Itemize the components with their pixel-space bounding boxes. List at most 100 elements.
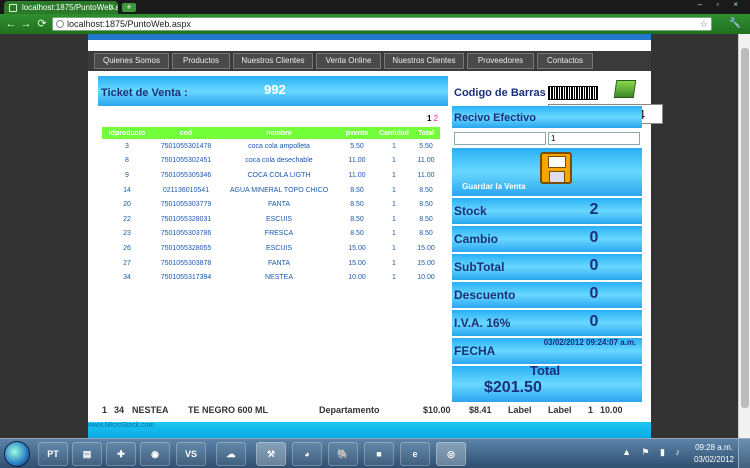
recibo-amount-input[interactable] — [454, 132, 546, 145]
start-button[interactable] — [4, 441, 30, 467]
cell-nombre: COCA COLA LIGTH — [247, 171, 311, 179]
cell-id: 23 — [123, 230, 131, 238]
wrench-menu-icon[interactable]: 🔧 — [728, 17, 742, 31]
taskbar-app-media-icon[interactable]: ◉ — [140, 442, 170, 466]
forward-arrow-icon[interactable]: → — [19, 17, 33, 31]
total-label: Total — [530, 363, 561, 378]
site-menu: Quienes Somos Productos Nuestros Cliente… — [88, 51, 651, 71]
taskbar-app-database-icon[interactable]: 🐘 — [328, 442, 358, 466]
cell-total: 10.00 — [417, 274, 435, 282]
subtotal-value: 0 — [589, 257, 599, 274]
cell-cod: 7501055305346 — [160, 171, 212, 179]
menu-nuestros-clientes[interactable]: Nuestros Clientes — [233, 53, 313, 69]
taskbar-app-tool-icon[interactable]: ✚ — [106, 442, 136, 466]
col-nombre[interactable]: nombre — [220, 127, 338, 139]
table-row[interactable]: 14 021136010541 AGUA MINERAL TOPO CHICO 8.5… — [102, 183, 440, 198]
table-row[interactable]: 9 7501055305346 COCA COLA LIGTH 11.00 1 11.00 — [102, 168, 440, 183]
address-bar[interactable]: localhost:1875/PuntoWeb.aspx ☆ — [52, 17, 712, 31]
page-viewport: Quienes Somos Productos Nuestros Cliente… — [0, 34, 750, 438]
browser-tab[interactable]: localhost:1875/PuntoWeb.a x — [4, 1, 118, 14]
taskbar-app-window-icon[interactable]: ■ — [364, 442, 394, 466]
menu-venta-online[interactable]: Venta Online — [316, 53, 381, 69]
menu-productos[interactable]: Productos — [172, 53, 230, 69]
recibo-quantity-input[interactable] — [548, 132, 640, 145]
cell-total: 8.50 — [419, 230, 433, 238]
cell-total: 15.00 — [417, 259, 435, 267]
line-price-net: $8.41 — [469, 405, 492, 415]
cell-nombre: ESCUIS — [265, 244, 293, 252]
table-row[interactable]: 26 7501055328055 ESCUIS 15.00 1 15.00 — [102, 241, 440, 256]
cell-id: 20 — [123, 201, 131, 209]
bookmark-star-icon[interactable]: ☆ — [700, 18, 708, 30]
scrollbar-thumb[interactable] — [741, 48, 749, 408]
tray-icons[interactable]: ▲ ⚑ ▮ ♪ — [622, 447, 684, 458]
col-total[interactable]: Total — [412, 127, 440, 139]
cambio-value: 0 — [589, 229, 599, 246]
site-footer: www.MicroStock.com — [88, 422, 651, 438]
line-name: NESTEA — [132, 405, 169, 415]
iva-label: I.V.A. 16% — [454, 316, 511, 330]
tray-clock[interactable]: 09:28 a.m. 03/02/2012 — [694, 442, 734, 466]
fecha-label: FECHA — [454, 344, 496, 358]
table-row[interactable]: 20 7501055303779 FANTA 8.50 1 8.50 — [102, 197, 440, 212]
close-tab-icon[interactable]: x — [110, 2, 114, 11]
col-cod[interactable]: cod — [152, 127, 220, 139]
vertical-scrollbar[interactable] — [738, 34, 750, 438]
floppy-disk-icon[interactable] — [540, 152, 572, 184]
col-pventa[interactable]: pventa — [338, 127, 376, 139]
cell-cantidad: 1 — [392, 186, 396, 194]
product-box-icon[interactable] — [613, 80, 637, 98]
taskbar-app-notepad-icon[interactable]: ▤ — [72, 442, 102, 466]
reload-icon[interactable]: ⟳ — [35, 17, 49, 31]
line-id: 34 — [114, 405, 125, 415]
col-cantidad[interactable]: Cantidad — [376, 127, 412, 139]
recibo-label: Recivo Efectivo — [454, 112, 536, 124]
save-sale-button[interactable]: Guardar la Venta — [462, 182, 526, 191]
site-footer-link[interactable]: www.MicroStock.com — [88, 422, 155, 429]
cell-total: 11.00 — [417, 171, 435, 179]
stock-label: Stock — [454, 204, 487, 218]
menu-nuestros-clientes-2[interactable]: Nuestros Clientes — [384, 53, 464, 69]
window-controls[interactable]: – ▫ × — [698, 0, 744, 9]
site-container: Quienes Somos Productos Nuestros Cliente… — [88, 34, 663, 438]
taskbar-app-color-icon[interactable]: ◕ — [292, 442, 322, 466]
barcode-label: Codigo de Barras — [454, 87, 546, 99]
taskbar-app-ie-icon[interactable]: e — [400, 442, 430, 466]
globe-icon — [56, 20, 64, 28]
cell-pventa: 8.50 — [350, 230, 364, 238]
table-row[interactable]: 23 7501055303786 FRESCA 8.50 1 8.50 — [102, 227, 440, 242]
menu-proveedores[interactable]: Proveedores — [467, 53, 534, 69]
taskbar-app-cloud-icon[interactable]: ☁ — [216, 442, 246, 466]
table-row[interactable]: 34 7501055317394 NESTEA 10.00 1 10.00 — [102, 270, 440, 285]
menu-quienes-somos[interactable]: Quienes Somos — [94, 53, 169, 69]
back-arrow-icon[interactable]: ← — [4, 17, 18, 31]
cell-pventa: 8.50 — [350, 186, 364, 194]
cell-id: 14 — [123, 186, 131, 194]
cell-id: 8 — [125, 157, 129, 165]
cell-nombre: FANTA — [267, 201, 291, 209]
cell-cantidad: 1 — [392, 244, 396, 252]
taskbar-app-tools-icon[interactable]: ⚒ — [256, 442, 286, 466]
address-url: localhost:1875/PuntoWeb.aspx — [67, 19, 191, 29]
taskbar-app-project-icon[interactable]: PT — [38, 442, 68, 466]
show-desktop-button[interactable] — [738, 439, 750, 468]
cell-cantidad: 1 — [392, 171, 396, 179]
cell-id: 27 — [123, 259, 131, 267]
new-tab-button[interactable]: + — [122, 3, 136, 12]
table-row[interactable]: 3 7501055301478 coca cola ampolleta 5.50 1 5.… — [102, 139, 440, 154]
cell-nombre: AGUA MINERAL TOPO CHICO — [229, 186, 329, 194]
cell-cod: 021136010541 — [162, 186, 210, 194]
taskbar-app-visual-studio-icon[interactable]: VS — [176, 442, 206, 466]
table-row[interactable]: 8 7501055302451 coca cola desechable 11.00 1… — [102, 154, 440, 169]
menu-contactos[interactable]: Contactos — [537, 53, 593, 69]
table-row[interactable]: 27 7501055303878 FANTA 15.00 1 15.00 — [102, 256, 440, 271]
cell-nombre: NESTEA — [264, 274, 293, 282]
iva-value: 0 — [589, 313, 599, 330]
pager-next-link[interactable]: 2 — [433, 114, 437, 123]
ticket-number: 992 — [264, 82, 286, 97]
cell-pventa: 8.50 — [350, 201, 364, 209]
col-idproducto[interactable]: idproducto — [102, 127, 152, 139]
table-row[interactable]: 22 7501055328031 ESCUIS 8.50 1 8.50 — [102, 212, 440, 227]
taskbar-app-chrome-icon[interactable]: ◎ — [436, 442, 466, 466]
tray-date: 03/02/2012 — [693, 455, 734, 464]
